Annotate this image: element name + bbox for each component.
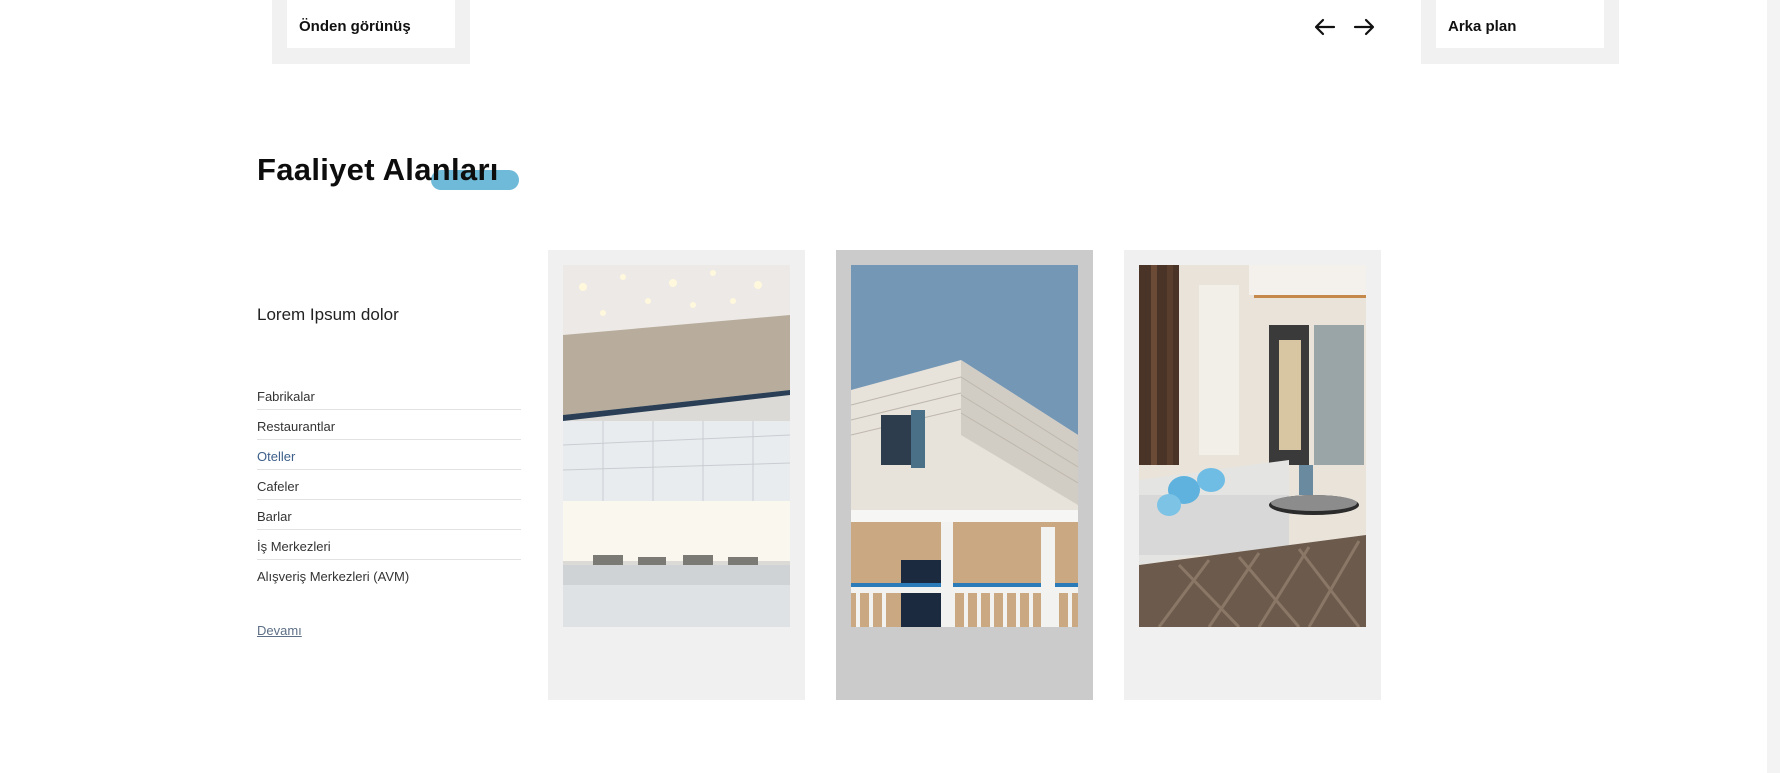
more-link[interactable]: Devamı [257,623,302,638]
carousel-tile-label: Önden görünüş [287,0,455,48]
arrow-left-icon[interactable] [1313,16,1337,38]
section-title: Faaliyet Alanları [257,152,499,187]
building-exterior-photo [851,265,1078,627]
category-item-restaurantlar[interactable]: Restaurantlar [257,410,521,440]
living-room-photo [1139,265,1366,627]
category-item-is-merkezleri[interactable]: İş Merkezleri [257,530,521,560]
category-card-hotel-lobby[interactable] [548,250,805,700]
hotel-lobby-photo [563,265,790,627]
section-heading: Faaliyet Alanları [257,152,519,190]
category-list: Fabrikalar Restaurantlar Oteller Cafeler… [257,380,521,589]
page-scrollbar-gutter[interactable] [1767,0,1780,773]
carousel-tile-front-view[interactable]: Önden görünüş [272,0,470,64]
section-intro: Lorem Ipsum dolor [257,305,399,324]
category-item-oteller[interactable]: Oteller [257,440,521,470]
arrow-right-icon[interactable] [1352,16,1376,38]
category-card-living-room[interactable] [1124,250,1381,700]
category-item-avm[interactable]: Alışveriş Merkezleri (AVM) [257,560,521,589]
category-item-barlar[interactable]: Barlar [257,500,521,530]
category-card-building[interactable] [836,250,1093,700]
category-item-fabrikalar[interactable]: Fabrikalar [257,380,521,410]
category-item-cafeler[interactable]: Cafeler [257,470,521,500]
carousel-tile-background[interactable]: Arka plan [1421,0,1619,64]
carousel-tile-label: Arka plan [1436,0,1604,48]
